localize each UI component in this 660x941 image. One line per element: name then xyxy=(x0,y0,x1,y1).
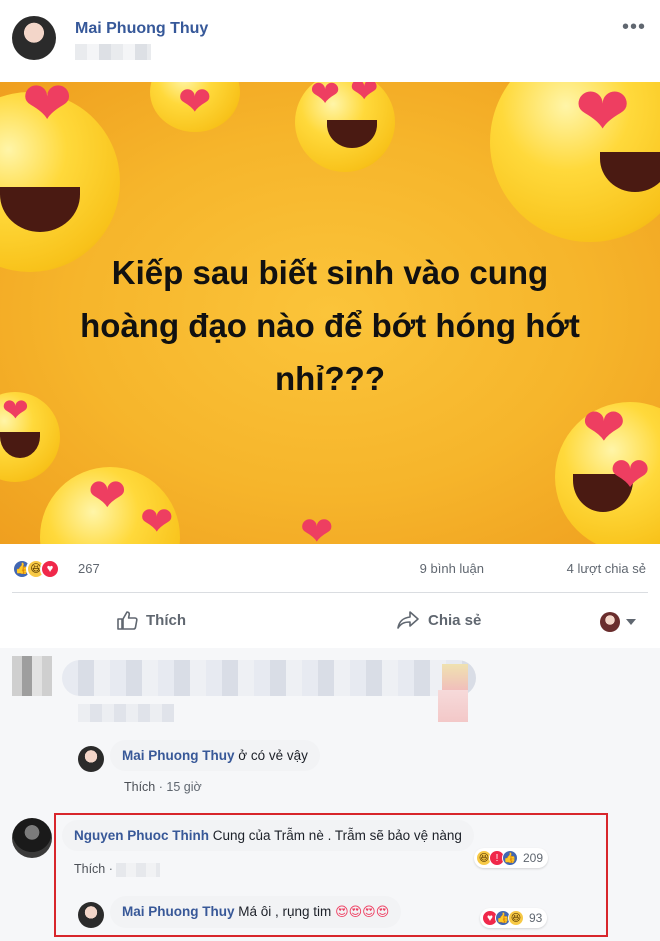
thumbs-up-icon xyxy=(117,611,138,630)
comment-meta-blurred xyxy=(78,704,174,722)
comment-bubble-blurred xyxy=(62,660,476,696)
heart-icon: ❤ xyxy=(178,82,212,124)
heart-icon: ❤ xyxy=(575,82,631,148)
reaction-stats: 👍 😆 ♥ 267 9 bình luận 4 lượt chia sẻ xyxy=(0,552,660,586)
heart-icon: ❤ xyxy=(22,82,73,137)
heart-icon: ❤ xyxy=(582,399,626,457)
post-actions: Thích Chia sẻ xyxy=(0,600,660,644)
commenter-avatar-blurred xyxy=(12,656,52,696)
chevron-down-icon xyxy=(626,619,636,625)
like-button-label: Thích xyxy=(146,611,186,629)
reaction-count[interactable]: 267 xyxy=(78,561,100,576)
post-timestamp-blurred xyxy=(75,44,151,60)
author-name[interactable]: Mai Phuong Thuy xyxy=(75,20,208,38)
heart-icon: ❤ xyxy=(310,82,341,114)
comments-count[interactable]: 9 bình luận xyxy=(420,561,484,576)
like-button[interactable]: Thích xyxy=(116,610,186,630)
viewer-avatar xyxy=(600,612,620,632)
heart-icon: ❤ xyxy=(610,449,651,502)
reply-like-link[interactable]: Thích xyxy=(124,780,155,794)
share-button-label: Chia sẻ xyxy=(428,611,482,629)
reply-time[interactable]: 15 giờ xyxy=(166,780,201,794)
heart-icon: ❤ xyxy=(88,469,127,521)
reply-author[interactable]: Mai Phuong Thuy xyxy=(122,748,235,763)
reply-bubble: Mai Phuong Thuy ở có vẻ vậy xyxy=(110,740,320,771)
divider xyxy=(12,592,648,593)
blurred-image xyxy=(438,690,468,722)
commenter-avatar[interactable] xyxy=(12,818,52,858)
highlight-annotation-box xyxy=(54,813,608,937)
more-dots-icon[interactable]: ••• xyxy=(622,16,646,39)
post-header: Mai Phuong Thuy ••• xyxy=(0,0,660,82)
author-avatar[interactable] xyxy=(12,16,56,60)
reply-text: ở có vẻ vậy xyxy=(238,748,308,763)
share-arrow-icon xyxy=(397,611,419,629)
image-caption: Kiếp sau biết sinh vào cung hoàng đạo nà… xyxy=(80,254,580,397)
heart-icon: ❤ xyxy=(2,392,29,428)
comment-as-selector[interactable] xyxy=(600,612,636,632)
reply-avatar[interactable] xyxy=(78,746,104,772)
shares-count[interactable]: 4 lượt chia sẻ xyxy=(567,561,646,576)
share-button[interactable]: Chia sẻ xyxy=(396,610,481,630)
reply-meta: Thích · 15 giờ xyxy=(124,780,202,794)
post-image[interactable]: ❤ ❤ ❤ ❤ ❤ ❤ ❤ ❤ ❤ ❤ ❤ Kiếp sau biết sinh… xyxy=(0,82,660,544)
heart-icon: ❤ xyxy=(350,82,379,110)
heart-icon: ❤ xyxy=(300,510,334,544)
love-reaction-icon: ♥ xyxy=(40,559,60,579)
heart-icon: ❤ xyxy=(140,500,174,544)
